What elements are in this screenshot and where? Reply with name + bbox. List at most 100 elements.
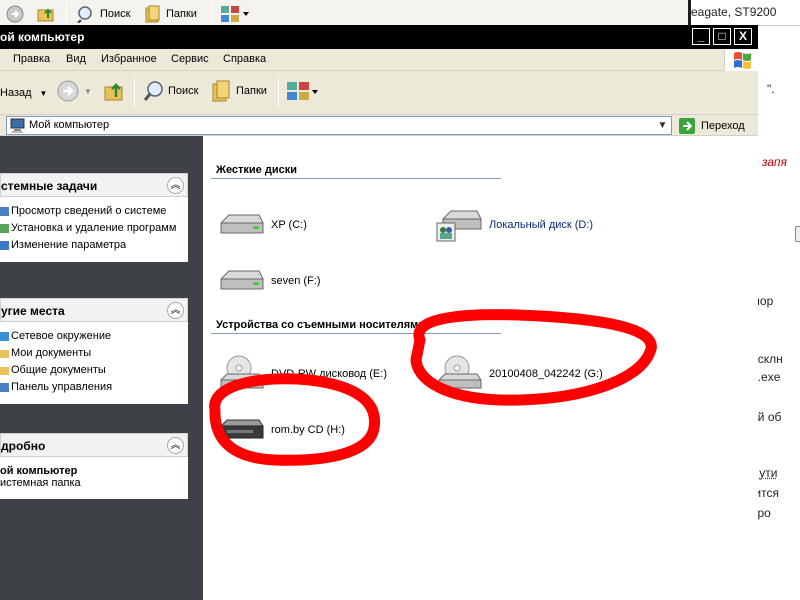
bg-views-button[interactable]: [220, 4, 250, 24]
folder-icon: [0, 350, 9, 358]
removable-drive-icon: [220, 419, 264, 439]
background-toolbar: Поиск Папки: [0, 0, 690, 28]
task-change-setting[interactable]: Изменение параметра: [0, 239, 188, 252]
chevron-down-icon[interactable]: ▼: [84, 87, 92, 96]
chevron-down-icon[interactable]: ▼: [655, 118, 670, 133]
dvd-drive-icon: [220, 355, 264, 389]
place-network[interactable]: Сетевое окружение: [0, 330, 188, 343]
programs-icon: [0, 224, 9, 233]
hard-drive-icon: [220, 270, 264, 290]
chevron-down-icon[interactable]: ▼: [40, 89, 48, 98]
drive-c[interactable]: XP (C:): [217, 205, 307, 245]
explorer-window: ой компьютер _ □ X Правка Вид Избранное …: [0, 25, 758, 600]
task-label: Изменение параметра: [11, 239, 127, 251]
computer-icon: [10, 118, 25, 133]
task-add-remove-programs[interactable]: Установка и удаление программ: [0, 222, 188, 235]
bg-folders-button[interactable]: Папки: [144, 4, 197, 24]
forward-button[interactable]: ▼: [56, 80, 92, 102]
removable-devices-title: Устройства со съемными носителями: [216, 319, 426, 331]
collapse-icon[interactable]: ︽: [167, 177, 184, 194]
arrow-right-icon: [6, 5, 24, 23]
title-bar[interactable]: ой компьютер _ □ X: [0, 25, 758, 49]
network-icon: [0, 332, 9, 341]
menu-view[interactable]: Вид: [66, 53, 86, 65]
close-button[interactable]: X: [734, 28, 752, 45]
folders-icon: [212, 80, 230, 102]
shared-drive-icon: [436, 210, 482, 242]
collapse-icon[interactable]: ︽: [167, 302, 184, 319]
bg-text-line: ".: [767, 82, 775, 96]
drive-d[interactable]: Локальный диск (D:): [435, 205, 593, 245]
drive-label: Локальный диск (D:): [489, 219, 594, 231]
bg-button[interactable]: [795, 226, 800, 242]
back-button[interactable]: Назад ▼: [0, 83, 47, 103]
system-tasks-panel: стемные задачи ︽ Просмотр сведений о сис…: [0, 173, 188, 262]
collapse-icon[interactable]: ︽: [167, 437, 184, 454]
task-pane: стемные задачи ︽ Просмотр сведений о сис…: [0, 136, 203, 600]
menu-favorites[interactable]: Избранное: [101, 53, 157, 65]
drive-h[interactable]: rom.by CD (H:): [217, 410, 345, 450]
menu-bar: Правка Вид Избранное Сервис Справка: [0, 49, 758, 71]
drive-g[interactable]: 20100408_042242 (G:): [435, 354, 603, 394]
back-label: Назад: [0, 87, 32, 99]
task-view-system-info[interactable]: Просмотр сведений о системе: [0, 205, 188, 218]
drive-f[interactable]: seven (F:): [217, 261, 321, 301]
system-tasks-header[interactable]: стемные задачи ︽: [0, 173, 188, 197]
drive-label: DVD-RW дисковод (E:): [271, 368, 387, 380]
drive-e[interactable]: DVD-RW дисковод (E:): [217, 354, 387, 394]
details-type: истемная папка: [0, 477, 81, 489]
menu-tools[interactable]: Сервис: [171, 53, 209, 65]
folders-button[interactable]: Папки: [210, 80, 267, 102]
views-button[interactable]: [286, 81, 320, 101]
folder-up-icon: [37, 8, 54, 22]
other-places-panel: угие места ︽ Сетевое окружение Мои докум…: [0, 298, 188, 404]
details-name: ой компьютер: [0, 465, 78, 477]
bg-text-line: з запя: [753, 155, 787, 169]
folder-icon: [0, 367, 9, 375]
address-value: Мой компьютер: [29, 119, 110, 131]
hard-drives-title: Жесткие диски: [216, 164, 297, 176]
search-button[interactable]: Поиск: [142, 81, 198, 101]
other-places-header[interactable]: угие места ︽: [0, 298, 188, 322]
place-my-documents[interactable]: Мои документы: [0, 347, 188, 360]
drive-label: 20100408_042242 (G:): [489, 368, 603, 380]
place-label: Панель управления: [11, 381, 113, 393]
menu-help[interactable]: Справка: [223, 53, 266, 65]
place-shared-documents[interactable]: Общие документы: [0, 364, 188, 377]
go-button[interactable]: Переход: [678, 116, 745, 135]
folders-label: Папки: [236, 85, 267, 97]
minimize-button[interactable]: _: [692, 28, 710, 45]
bg-forward-button[interactable]: [6, 4, 24, 24]
up-folder-button[interactable]: [102, 81, 126, 101]
address-input[interactable]: Мой компьютер ▼: [6, 116, 672, 135]
system-tasks-title: стемные задачи: [1, 179, 98, 193]
control-panel-icon: [0, 383, 9, 392]
bg-search-button[interactable]: Поиск: [76, 4, 130, 24]
other-places-title: угие места: [1, 304, 65, 318]
drive-label: seven (F:): [271, 275, 321, 287]
views-icon: [221, 6, 249, 22]
go-label: Переход: [701, 119, 745, 132]
views-icon: [287, 82, 318, 100]
place-label: Мои документы: [11, 347, 92, 359]
address-bar: Мой компьютер ▼ Переход: [0, 115, 758, 136]
windows-logo-icon: [724, 49, 758, 71]
maximize-button[interactable]: □: [713, 28, 731, 45]
details-header[interactable]: дробно ︽: [0, 433, 188, 457]
drive-label: rom.by CD (H:): [271, 424, 345, 436]
drive-label: XP (C:): [271, 219, 307, 231]
arrow-right-icon: [57, 80, 79, 102]
control-panel-icon: [0, 241, 9, 250]
task-label: Установка и удаление программ: [11, 222, 177, 234]
place-label: Сетевое окружение: [11, 330, 112, 342]
bg-up-folder-button[interactable]: [36, 4, 56, 24]
folders-icon: [145, 5, 160, 23]
details-title: дробно: [1, 439, 46, 453]
window-title: ой компьютер: [0, 30, 85, 44]
hard-drive-icon: [220, 214, 264, 234]
task-label: Просмотр сведений о системе: [11, 205, 167, 217]
group-divider: [211, 333, 501, 334]
search-icon: [143, 81, 163, 101]
menu-edit[interactable]: Правка: [13, 53, 50, 65]
place-control-panel[interactable]: Панель управления: [0, 381, 188, 394]
